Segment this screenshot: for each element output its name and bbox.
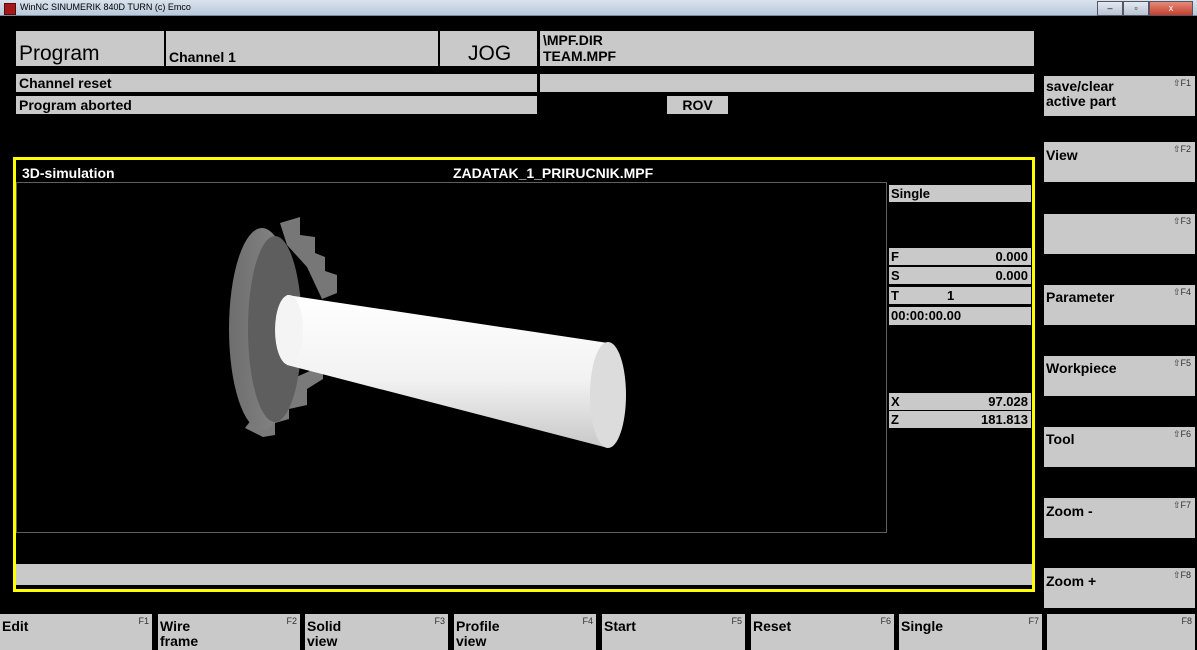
- rov-indicator: ROV: [667, 96, 728, 114]
- z-axis-row: Z 181.813: [889, 411, 1031, 428]
- sim-time: 00:00:00.00: [889, 307, 1031, 325]
- softkey-key: F1: [138, 616, 149, 626]
- close-button[interactable]: x: [1149, 1, 1193, 16]
- softkey-label: Solid view: [307, 618, 342, 649]
- softkey-key: ⇧F2: [1172, 144, 1191, 154]
- softkey-key: F5: [731, 616, 742, 626]
- message-bar: [16, 564, 1032, 585]
- softkey-zoom-out[interactable]: Zoom - ⇧F7: [1044, 498, 1195, 538]
- program-status: Program aborted: [16, 96, 537, 114]
- softkey-wire-frame[interactable]: Wire frame F2: [158, 614, 300, 650]
- tool-label: T: [891, 288, 899, 303]
- softkey-key: ⇧F5: [1172, 358, 1191, 368]
- minimize-button[interactable]: –: [1097, 1, 1123, 16]
- softkey-key: F8: [1181, 616, 1192, 626]
- program-path-box: \MPF.DIR TEAM.MPF: [540, 31, 1034, 66]
- softkey-label: Start: [604, 618, 636, 634]
- softkey-zoom-in[interactable]: Zoom + ⇧F8: [1044, 568, 1195, 608]
- area-label: Program: [16, 31, 164, 66]
- softkey-parameter[interactable]: Parameter ⇧F4: [1044, 285, 1195, 325]
- spindle-value: 0.000: [995, 268, 1028, 283]
- z-axis-value: 181.813: [981, 412, 1028, 427]
- workpiece-3d-view: [229, 217, 626, 448]
- softkey-label: Wire frame: [160, 618, 199, 649]
- x-axis-value: 97.028: [988, 394, 1028, 409]
- simulation-title: 3D-simulation: [22, 165, 115, 181]
- sim-mode: Single: [889, 185, 1031, 202]
- softkey-solid-view[interactable]: Solid view F3: [305, 614, 448, 650]
- softkey-key: F6: [880, 616, 891, 626]
- maximize-button[interactable]: ▫: [1123, 1, 1149, 16]
- feed-row: F 0.000: [889, 248, 1031, 265]
- softkey-workpiece[interactable]: Workpiece ⇧F5: [1044, 356, 1195, 396]
- channel-label: Channel 1: [166, 31, 438, 66]
- z-axis-label: Z: [891, 412, 899, 427]
- mode-label: JOG: [440, 31, 537, 66]
- softkey-single[interactable]: Single F7: [899, 614, 1042, 650]
- x-axis-row: X 97.028: [889, 393, 1031, 410]
- spindle-label: S: [891, 268, 900, 283]
- softkey-view[interactable]: View ⇧F2: [1044, 142, 1195, 182]
- channel-status: Channel reset: [16, 74, 537, 92]
- workpiece-cylinder: [287, 295, 608, 448]
- simulation-program: ZADATAK_1_PRIRUCNIK.MPF: [453, 165, 654, 181]
- feed-label: F: [891, 249, 899, 264]
- window-title: WinNC SINUMERIK 840D TURN (c) Emco: [20, 2, 191, 12]
- program-dir: \MPF.DIR: [543, 32, 603, 48]
- softkey-label: Single: [901, 618, 944, 634]
- program-file: TEAM.MPF: [543, 48, 617, 64]
- softkey-key: ⇧F4: [1172, 287, 1191, 297]
- softkey-blank-f8[interactable]: F8: [1047, 614, 1195, 650]
- workpiece-end-face: [590, 342, 626, 448]
- x-axis-label: X: [891, 394, 900, 409]
- softkey-reset[interactable]: Reset F6: [751, 614, 894, 650]
- softkey-label: Edit: [2, 618, 29, 634]
- softkey-key: ⇧F1: [1172, 78, 1191, 88]
- tool-row: T 1: [889, 287, 1031, 304]
- window-titlebar: WinNC SINUMERIK 840D TURN (c) Emco – ▫ x: [0, 0, 1197, 16]
- softkey-key: ⇧F7: [1172, 500, 1191, 510]
- softkey-edit[interactable]: Edit F1: [0, 614, 152, 650]
- softkey-label: Profile view: [456, 618, 500, 649]
- alarm-line: [540, 74, 1034, 92]
- softkey-key: F3: [434, 616, 445, 626]
- softkey-profile-view[interactable]: Profile view F4: [454, 614, 596, 650]
- graphics-viewport[interactable]: [16, 182, 887, 533]
- softkey-save-clear-active-part[interactable]: save/clear active part ⇧F1: [1044, 76, 1195, 116]
- softkey-key: F4: [582, 616, 593, 626]
- softkey-label: save/clear active part: [1046, 78, 1117, 109]
- softkey-key: ⇧F3: [1172, 216, 1191, 226]
- app-icon: [4, 3, 16, 15]
- softkey-blank-f3[interactable]: ⇧F3: [1044, 214, 1195, 254]
- softkey-label: Reset: [753, 618, 792, 634]
- softkey-key: F2: [286, 616, 297, 626]
- softkey-key: ⇧F8: [1172, 570, 1191, 580]
- softkey-key: F7: [1028, 616, 1039, 626]
- softkey-label: [1047, 614, 1195, 619]
- tool-value: 1: [947, 288, 955, 303]
- softkey-key: ⇧F6: [1172, 429, 1191, 439]
- spindle-row: S 0.000: [889, 267, 1031, 284]
- softkey-tool[interactable]: Tool ⇧F6: [1044, 427, 1195, 467]
- softkey-start[interactable]: Start F5: [602, 614, 745, 650]
- feed-value: 0.000: [995, 249, 1028, 264]
